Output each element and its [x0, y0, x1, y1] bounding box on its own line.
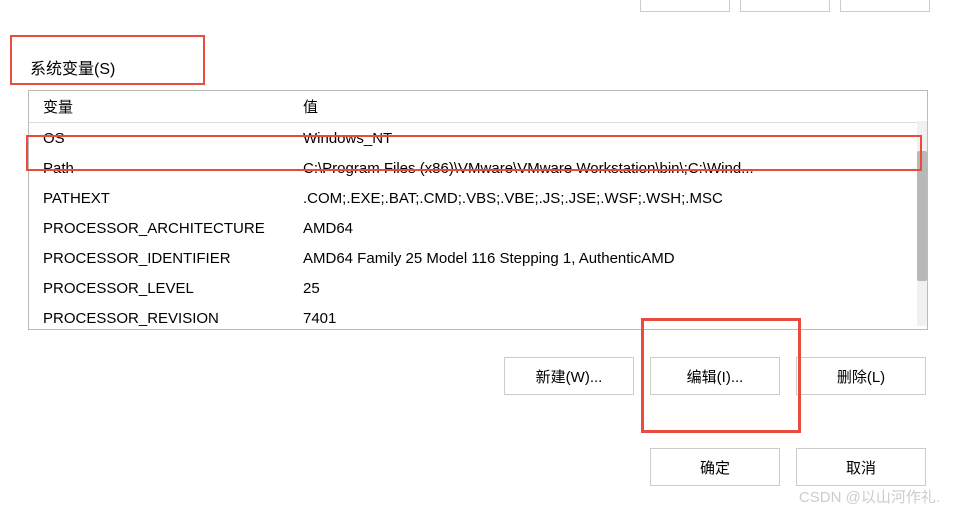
- top-button-row: [640, 0, 930, 12]
- table-body[interactable]: OS Windows_NT Path C:\Program Files (x86…: [29, 123, 927, 328]
- dialog-button-row: 确定 取消: [650, 448, 926, 486]
- cancel-button[interactable]: 取消: [796, 448, 926, 486]
- ok-button[interactable]: 确定: [650, 448, 780, 486]
- cell-value: Windows_NT: [299, 130, 927, 147]
- ghost-button[interactable]: [640, 0, 730, 12]
- cell-variable: Path: [29, 160, 299, 177]
- cell-variable: OS: [29, 130, 299, 147]
- table-header: 变量 值: [29, 91, 927, 123]
- cell-value: AMD64 Family 25 Model 116 Stepping 1, Au…: [299, 250, 927, 267]
- new-button[interactable]: 新建(W)...: [504, 357, 634, 395]
- cell-variable: PATHEXT: [29, 190, 299, 207]
- edit-button[interactable]: 编辑(I)...: [650, 357, 780, 395]
- header-value[interactable]: 值: [299, 96, 927, 117]
- ghost-button[interactable]: [840, 0, 930, 12]
- scrollbar-track[interactable]: [917, 121, 927, 326]
- cell-value: .COM;.EXE;.BAT;.CMD;.VBS;.VBE;.JS;.JSE;.…: [299, 190, 927, 207]
- cell-variable: PROCESSOR_IDENTIFIER: [29, 250, 299, 267]
- ghost-button[interactable]: [740, 0, 830, 12]
- cell-variable: PROCESSOR_LEVEL: [29, 280, 299, 297]
- table-row[interactable]: PROCESSOR_IDENTIFIER AMD64 Family 25 Mod…: [29, 243, 927, 273]
- header-variable[interactable]: 变量: [29, 96, 299, 117]
- cell-value: C:\Program Files (x86)\VMware\VMware Wor…: [299, 160, 927, 177]
- cell-value: 25: [299, 280, 927, 297]
- table-row[interactable]: Path C:\Program Files (x86)\VMware\VMwar…: [29, 153, 927, 183]
- delete-button[interactable]: 删除(L): [796, 357, 926, 395]
- table-row[interactable]: OS Windows_NT: [29, 123, 927, 153]
- table-row[interactable]: PROCESSOR_ARCHITECTURE AMD64: [29, 213, 927, 243]
- action-button-row: 新建(W)... 编辑(I)... 删除(L): [504, 357, 926, 395]
- cell-variable: PROCESSOR_ARCHITECTURE: [29, 220, 299, 237]
- cell-variable: PROCESSOR_REVISION: [29, 310, 299, 327]
- table-row[interactable]: PROCESSOR_REVISION 7401: [29, 303, 927, 328]
- cell-value: 7401: [299, 310, 927, 327]
- table-row[interactable]: PATHEXT .COM;.EXE;.BAT;.CMD;.VBS;.VBE;.J…: [29, 183, 927, 213]
- system-variables-label: 系统变量(S): [30, 55, 115, 79]
- scrollbar-thumb[interactable]: [917, 151, 927, 281]
- cell-value: AMD64: [299, 220, 927, 237]
- table-row[interactable]: PROCESSOR_LEVEL 25: [29, 273, 927, 303]
- watermark: CSDN @以山河作礼.: [799, 486, 940, 507]
- system-variables-table[interactable]: 变量 值 OS Windows_NT Path C:\Program Files…: [28, 90, 928, 330]
